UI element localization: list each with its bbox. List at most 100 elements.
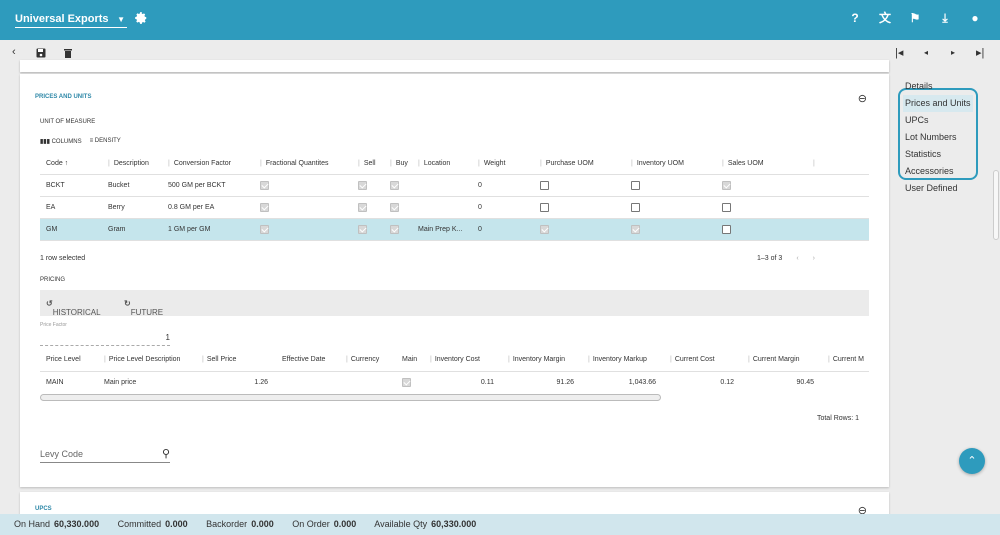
previous-record-icon[interactable]: ◂ (924, 48, 928, 57)
search-icon[interactable]: ⚲ (162, 447, 170, 460)
column-header[interactable]: Price Level (40, 349, 98, 372)
purchase-uom-checkbox[interactable] (540, 224, 549, 234)
column-header[interactable]: | Sell (352, 154, 384, 175)
column-header[interactable]: | Inventory Cost (424, 349, 502, 372)
cell-current-margin: 90.45 (796, 378, 814, 386)
next-page-icon[interactable]: › (813, 255, 815, 262)
link-icon[interactable]: ⊖ (858, 92, 867, 105)
column-header[interactable]: | Weight (472, 154, 534, 175)
chevron-down-icon: ▼ (117, 15, 125, 24)
column-header[interactable]: Effective Date (276, 349, 340, 372)
column-header[interactable]: Code ↑ (40, 154, 102, 175)
gear-icon[interactable] (134, 11, 148, 25)
buy-checkbox[interactable] (390, 202, 399, 212)
inventory-uom-checkbox[interactable] (631, 224, 640, 234)
column-header[interactable]: | Inventory Margin (502, 349, 582, 372)
levy-code-input[interactable]: Levy Code ⚲ (40, 447, 170, 463)
translate-icon[interactable]: 文 (878, 11, 892, 25)
nav-item-lot-numbers[interactable]: Lot Numbers (905, 129, 973, 146)
column-header[interactable]: | Current Margin (742, 349, 822, 372)
main-checkbox[interactable] (402, 377, 411, 387)
help-icon[interactable]: ? (848, 11, 862, 25)
table-row[interactable]: MAIN Main price 1.26 0.11 91.26 1,043.66… (40, 371, 869, 393)
sales-uom-checkbox[interactable] (722, 180, 731, 190)
sell-checkbox[interactable] (358, 180, 367, 190)
inventory-uom-checkbox[interactable] (631, 202, 640, 212)
fractional-checkbox[interactable] (260, 224, 269, 234)
column-header: | (807, 154, 869, 175)
column-header[interactable]: | Location (412, 154, 472, 175)
nav-item-upcs[interactable]: UPCs (905, 112, 973, 129)
purchase-uom-checkbox[interactable] (540, 180, 549, 190)
cell-description: Bucket (102, 174, 162, 197)
next-record-icon[interactable]: ▸ (951, 48, 955, 57)
signpost-icon[interactable]: ⚑ (908, 11, 922, 25)
cell-inventory-markup: 1,043.66 (628, 378, 656, 386)
nav-item-accessories[interactable]: Accessories (905, 163, 973, 180)
density-button[interactable]: ≡ DENSITY (90, 138, 121, 145)
sell-checkbox[interactable] (358, 202, 367, 212)
first-record-icon[interactable]: |◂ (895, 46, 903, 59)
nav-item-details[interactable]: Details (905, 78, 973, 95)
horizontal-scrollbar[interactable] (40, 394, 661, 401)
column-header[interactable]: | Inventory Markup (582, 349, 664, 372)
last-record-icon[interactable]: ▸| (976, 46, 984, 59)
cell-location (412, 174, 472, 197)
delete-icon[interactable] (64, 48, 72, 58)
sales-uom-checkbox[interactable] (722, 224, 731, 234)
download-icon[interactable]: ⤓ (938, 11, 952, 25)
table-row[interactable]: BCKT Bucket 500 GM per BCKT 0 (40, 174, 869, 197)
table-row[interactable]: EA Berry 0.8 GM per EA 0 (40, 196, 869, 219)
column-header[interactable]: | Price Level Description (98, 349, 196, 372)
chevron-up-icon: ⌃ (967, 455, 977, 467)
cell-conversion: 0.8 GM per EA (162, 196, 254, 219)
buy-checkbox[interactable] (390, 224, 399, 234)
account-icon[interactable]: ● (968, 11, 982, 25)
cell-description: Berry (102, 196, 162, 219)
column-header[interactable]: Main (396, 349, 424, 372)
column-header[interactable]: | Sales UOM (716, 154, 807, 175)
column-header[interactable]: | Current M (822, 349, 869, 372)
pricing-table: Price Level | Price Level Description | Se… (40, 349, 869, 393)
nav-item-prices-units[interactable]: Prices and Units (903, 95, 973, 112)
column-header[interactable]: | Sell Price (196, 349, 276, 372)
sales-uom-checkbox[interactable] (722, 202, 731, 212)
nav-item-user-defined[interactable]: User Defined (905, 180, 973, 197)
cell-current-cost: 0.12 (720, 378, 734, 386)
save-icon[interactable] (36, 48, 46, 58)
column-header[interactable]: | Inventory UOM (625, 154, 716, 175)
fractional-checkbox[interactable] (260, 202, 269, 212)
column-header[interactable]: | Description (102, 154, 162, 175)
cell-code: BCKT (40, 174, 102, 197)
sell-checkbox[interactable] (358, 224, 367, 234)
column-header[interactable]: | Current Cost (664, 349, 742, 372)
inventory-uom-checkbox[interactable] (631, 180, 640, 190)
company-selector[interactable]: Universal Exports ▼ (15, 13, 127, 28)
section-title: PRICES AND UNITS (35, 94, 92, 100)
future-button[interactable]: ↻ FUTURE (124, 299, 163, 317)
historical-button[interactable]: ↺ HISTORICAL (46, 299, 101, 317)
back-icon[interactable]: ‹ (12, 46, 16, 58)
previous-page-icon[interactable]: ‹ (796, 255, 798, 262)
cell-price-description: Main price (104, 378, 137, 386)
levy-code-placeholder: Levy Code (40, 449, 84, 459)
column-header[interactable]: | Conversion Factor (162, 154, 254, 175)
fractional-checkbox[interactable] (260, 180, 269, 190)
backorder-value: 0.000 (251, 519, 274, 529)
column-header[interactable]: | Currency (340, 349, 396, 372)
purchase-uom-checkbox[interactable] (540, 202, 549, 212)
cell-inventory-cost: 0.11 (480, 378, 494, 386)
scroll-top-button[interactable]: ⌃ (959, 448, 985, 474)
column-header[interactable]: | Buy (384, 154, 412, 175)
columns-button[interactable]: ▮▮▮ COLUMNS (40, 138, 82, 145)
column-header[interactable]: | Purchase UOM (534, 154, 625, 175)
pricing-toolbar: ↺ HISTORICAL ↻ FUTURE (40, 290, 869, 317)
table-row-selected[interactable]: GM Gram 1 GM per GM Main Prep K... 0 (40, 218, 869, 241)
price-factor-label: Price Factor (40, 322, 67, 328)
nav-item-statistics[interactable]: Statistics (905, 146, 973, 163)
page-scrollbar[interactable] (993, 170, 999, 240)
price-factor-input[interactable]: 1 (40, 333, 170, 346)
column-header[interactable]: | Fractional Quantites (254, 154, 352, 175)
buy-checkbox[interactable] (390, 180, 399, 190)
uom-header-row: Code ↑ | Description | Conversion Factor |… (40, 154, 869, 175)
